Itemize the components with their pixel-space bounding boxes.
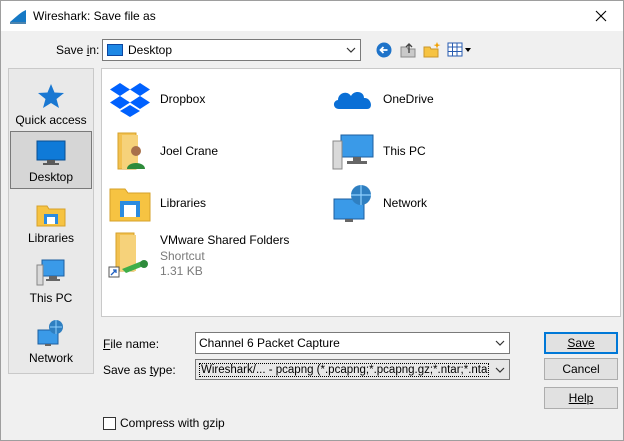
- list-item-joel-crane[interactable]: Joel Crane: [108, 131, 218, 171]
- help-button-label: Help: [568, 391, 594, 405]
- user-folder-icon: [117, 132, 145, 170]
- item-name: Joel Crane: [160, 144, 219, 158]
- save-type-combo[interactable]: Wireshark/... - pcapng (*.pcapng;*.pcapn…: [195, 359, 510, 380]
- up-folder-button[interactable]: [399, 41, 419, 59]
- file-list: Dropbox OneDrive Joel Crane This PC Libr…: [101, 68, 621, 317]
- save-file-dialog: Wireshark: Save file as Save in: Desktop: [0, 0, 624, 441]
- save-in-combo[interactable]: Desktop: [102, 39, 361, 61]
- desktop-small-icon: [107, 44, 123, 56]
- save-in-label: Save in:: [56, 43, 100, 57]
- compress-checkbox[interactable]: [103, 417, 116, 430]
- dropbox-icon: [110, 83, 150, 117]
- star-icon: [38, 84, 64, 108]
- shortcut-folder-icon: [108, 232, 148, 278]
- list-item-libraries[interactable]: Libraries: [108, 183, 206, 223]
- onedrive-icon: [333, 92, 371, 109]
- back-arrow-icon: [376, 42, 392, 58]
- window-title: Wireshark: Save file as: [33, 9, 156, 23]
- close-icon: [595, 10, 607, 22]
- save-button[interactable]: Save: [544, 332, 618, 354]
- cancel-button-label: Cancel: [562, 362, 600, 376]
- place-libraries[interactable]: Libraries: [10, 191, 92, 249]
- list-item-this-pc[interactable]: This PC: [331, 131, 426, 171]
- file-name-field[interactable]: Channel 6 Packet Capture: [195, 332, 510, 354]
- place-this-pc[interactable]: This PC: [10, 251, 92, 309]
- list-item-onedrive[interactable]: OneDrive: [331, 81, 434, 117]
- save-in-value: Desktop: [128, 43, 173, 57]
- list-item-network[interactable]: Network: [331, 183, 427, 223]
- place-label: This PC: [29, 291, 73, 305]
- back-button[interactable]: [375, 41, 395, 59]
- up-folder-icon: [400, 43, 416, 58]
- help-button[interactable]: Help: [544, 387, 618, 409]
- place-desktop[interactable]: Desktop: [10, 131, 92, 189]
- chevron-down-icon[interactable]: [493, 333, 507, 353]
- network-icon: [333, 185, 371, 222]
- save-type-label: Save as type:: [103, 363, 176, 377]
- place-label: Quick access: [15, 113, 87, 127]
- cancel-button[interactable]: Cancel: [544, 358, 618, 380]
- place-label: Libraries: [27, 231, 75, 245]
- chevron-down-icon[interactable]: [344, 40, 358, 60]
- item-size: 1.31 KB: [160, 264, 203, 278]
- item-name: This PC: [383, 144, 426, 158]
- save-button-label: Save: [567, 336, 595, 350]
- libraries-icon: [109, 188, 151, 222]
- network-icon: [37, 320, 63, 346]
- file-name-label: File name:: [103, 337, 160, 351]
- place-quick-access[interactable]: Quick access: [10, 73, 92, 131]
- chevron-down-icon[interactable]: [493, 360, 507, 379]
- this-pc-icon: [332, 134, 374, 170]
- item-name: Network: [383, 196, 428, 210]
- item-type: Shortcut: [160, 249, 205, 263]
- new-folder-button[interactable]: [423, 41, 443, 59]
- save-type-value: Wireshark/... - pcapng (*.pcapng;*.pcapn…: [199, 362, 489, 377]
- desktop-icon: [36, 140, 66, 165]
- place-label: Desktop: [28, 170, 74, 184]
- places-bar: Quick access Desktop Libraries This PC N…: [8, 68, 94, 374]
- file-name-value: Channel 6 Packet Capture: [199, 336, 340, 350]
- libraries-icon: [36, 205, 66, 227]
- title-bar: Wireshark: Save file as: [1, 1, 623, 31]
- list-item-dropbox[interactable]: Dropbox: [108, 81, 205, 117]
- place-label: Network: [28, 351, 73, 365]
- item-name: Libraries: [160, 196, 207, 210]
- place-network[interactable]: Network: [10, 311, 92, 369]
- view-grid-icon: [447, 42, 471, 57]
- view-menu-button[interactable]: [447, 41, 473, 59]
- close-button[interactable]: [579, 1, 623, 31]
- compress-label[interactable]: Compress with gzip: [120, 416, 225, 430]
- new-folder-icon: [423, 42, 441, 58]
- item-name: Dropbox: [160, 92, 206, 106]
- wireshark-fin-icon: [10, 10, 26, 24]
- item-name: OneDrive: [383, 92, 434, 106]
- this-pc-icon: [36, 259, 65, 286]
- item-name: VMware Shared Folders: [160, 233, 290, 247]
